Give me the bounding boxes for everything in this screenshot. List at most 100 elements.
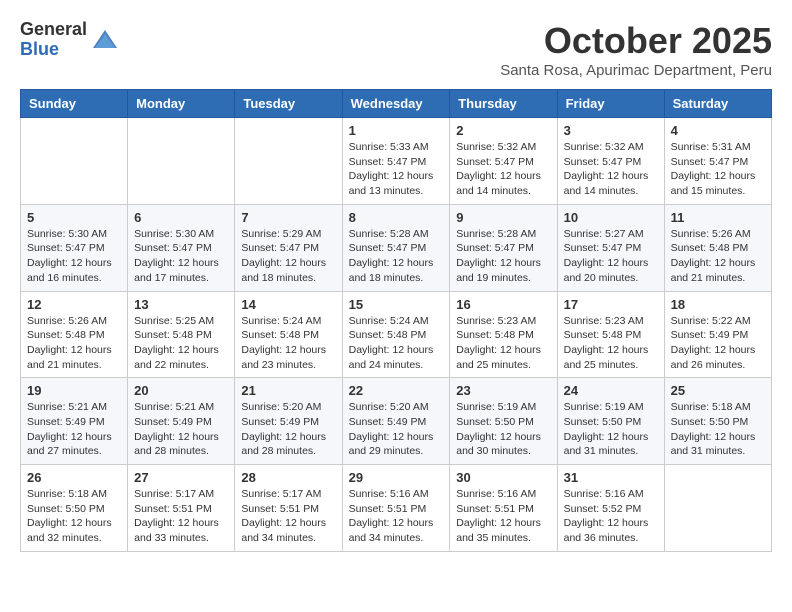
calendar-cell: 22 Sunrise: 5:20 AM Sunset: 5:49 PM Dayli… (342, 378, 450, 465)
day-info: Sunrise: 5:32 AM Sunset: 5:47 PM Dayligh… (456, 140, 550, 199)
calendar-cell: 29Sunrise: 5:16 AM Sunset: 5:51 PM Dayli… (342, 465, 450, 552)
calendar-cell: 5 Sunrise: 5:30 AM Sunset: 5:47 PM Daylig… (21, 204, 128, 291)
weekday-header: Sunday (21, 90, 128, 118)
day-info: Sunrise: 5:17 AM Sunset: 5:51 PM Dayligh… (241, 487, 335, 546)
calendar-cell: 12 Sunrise: 5:26 AM Sunset: 5:48 PM Dayli… (21, 291, 128, 378)
calendar-cell: 26 Sunrise: 5:18 AM Sunset: 5:50 PM Dayli… (21, 465, 128, 552)
calendar-cell: 16 Sunrise: 5:23 AM Sunset: 5:48 PM Dayli… (450, 291, 557, 378)
day-info: Sunrise: 5:18 AM Sunset: 5:50 PM Dayligh… (27, 487, 121, 546)
day-info: Sunrise: 5:23 AM Sunset: 5:48 PM Dayligh… (456, 314, 550, 373)
calendar-table: SundayMondayTuesdayWednesdayThursdayFrid… (20, 89, 772, 552)
day-info: Sunrise: 5:33 AM Sunset: 5:47 PM Dayligh… (349, 140, 444, 199)
day-info: Sunrise: 5:29 AM Sunset: 5:47 PM Dayligh… (241, 227, 335, 286)
day-info: Sunrise: 5:22 AM Sunset: 5:49 PM Dayligh… (671, 314, 765, 373)
day-info: Sunrise: 5:20 AM Sunset: 5:49 PM Dayligh… (241, 400, 335, 459)
day-info: Sunrise: 5:21 AM Sunset: 5:49 PM Dayligh… (27, 400, 121, 459)
day-number: 25 (671, 383, 765, 398)
logo: General Blue (20, 20, 119, 60)
calendar-cell: 20 Sunrise: 5:21 AM Sunset: 5:49 PM Dayli… (128, 378, 235, 465)
calendar-cell: 14 Sunrise: 5:24 AM Sunset: 5:48 PM Dayli… (235, 291, 342, 378)
day-info: Sunrise: 5:20 AM Sunset: 5:49 PM Dayligh… (349, 400, 444, 459)
calendar-cell: 4 Sunrise: 5:31 AM Sunset: 5:47 PM Daylig… (664, 118, 771, 205)
day-info: Sunrise: 5:31 AM Sunset: 5:47 PM Dayligh… (671, 140, 765, 199)
calendar-cell: 11 Sunrise: 5:26 AM Sunset: 5:48 PM Dayli… (664, 204, 771, 291)
day-info: Sunrise: 5:26 AM Sunset: 5:48 PM Dayligh… (671, 227, 765, 286)
calendar-week-row: 1 Sunrise: 5:33 AM Sunset: 5:47 PM Daylig… (21, 118, 772, 205)
day-number: 11 (671, 210, 765, 225)
day-number: 13 (134, 297, 228, 312)
weekday-header: Friday (557, 90, 664, 118)
calendar-cell: 15Sunrise: 5:24 AM Sunset: 5:48 PM Dayli… (342, 291, 450, 378)
day-info: Sunrise: 5:19 AM Sunset: 5:50 PM Dayligh… (564, 400, 658, 459)
day-number: 6 (134, 210, 228, 225)
calendar-cell (664, 465, 771, 552)
day-number: 9 (456, 210, 550, 225)
day-number: 27 (134, 470, 228, 485)
calendar-cell: 9 Sunrise: 5:28 AM Sunset: 5:47 PM Daylig… (450, 204, 557, 291)
day-info: Sunrise: 5:25 AM Sunset: 5:48 PM Dayligh… (134, 314, 228, 373)
day-number: 12 (27, 297, 121, 312)
calendar-header-row: SundayMondayTuesdayWednesdayThursdayFrid… (21, 90, 772, 118)
logo-icon (91, 26, 119, 54)
day-info: Sunrise: 5:28 AM Sunset: 5:47 PM Dayligh… (349, 227, 444, 286)
calendar-cell: 19 Sunrise: 5:21 AM Sunset: 5:49 PM Dayli… (21, 378, 128, 465)
calendar-week-row: 5 Sunrise: 5:30 AM Sunset: 5:47 PM Daylig… (21, 204, 772, 291)
day-info: Sunrise: 5:26 AM Sunset: 5:48 PM Dayligh… (27, 314, 121, 373)
day-info: Sunrise: 5:18 AM Sunset: 5:50 PM Dayligh… (671, 400, 765, 459)
logo-blue: Blue (20, 40, 87, 60)
day-info: Sunrise: 5:23 AM Sunset: 5:48 PM Dayligh… (564, 314, 658, 373)
calendar-cell: 2Sunrise: 5:32 AM Sunset: 5:47 PM Daylig… (450, 118, 557, 205)
day-number: 17 (564, 297, 658, 312)
calendar-cell: 31 Sunrise: 5:16 AM Sunset: 5:52 PM Dayli… (557, 465, 664, 552)
day-number: 8 (349, 210, 444, 225)
calendar-cell: 7 Sunrise: 5:29 AM Sunset: 5:47 PM Daylig… (235, 204, 342, 291)
day-info: Sunrise: 5:32 AM Sunset: 5:47 PM Dayligh… (564, 140, 658, 199)
calendar-cell: 21Sunrise: 5:20 AM Sunset: 5:49 PM Dayli… (235, 378, 342, 465)
calendar-week-row: 19 Sunrise: 5:21 AM Sunset: 5:49 PM Dayli… (21, 378, 772, 465)
calendar-cell (21, 118, 128, 205)
day-number: 29 (349, 470, 444, 485)
day-info: Sunrise: 5:21 AM Sunset: 5:49 PM Dayligh… (134, 400, 228, 459)
calendar-week-row: 26 Sunrise: 5:18 AM Sunset: 5:50 PM Dayli… (21, 465, 772, 552)
day-number: 4 (671, 123, 765, 138)
calendar-cell: 3Sunrise: 5:32 AM Sunset: 5:47 PM Daylig… (557, 118, 664, 205)
day-number: 20 (134, 383, 228, 398)
calendar-cell: 6 Sunrise: 5:30 AM Sunset: 5:47 PM Daylig… (128, 204, 235, 291)
day-number: 15 (349, 297, 444, 312)
calendar-cell: 24 Sunrise: 5:19 AM Sunset: 5:50 PM Dayli… (557, 378, 664, 465)
day-number: 14 (241, 297, 335, 312)
calendar-cell: 18 Sunrise: 5:22 AM Sunset: 5:49 PM Dayli… (664, 291, 771, 378)
day-info: Sunrise: 5:16 AM Sunset: 5:51 PM Dayligh… (456, 487, 550, 546)
day-info: Sunrise: 5:30 AM Sunset: 5:47 PM Dayligh… (27, 227, 121, 286)
calendar-cell: 23Sunrise: 5:19 AM Sunset: 5:50 PM Dayli… (450, 378, 557, 465)
day-number: 18 (671, 297, 765, 312)
day-info: Sunrise: 5:28 AM Sunset: 5:47 PM Dayligh… (456, 227, 550, 286)
day-number: 31 (564, 470, 658, 485)
weekday-header: Thursday (450, 90, 557, 118)
day-number: 19 (27, 383, 121, 398)
logo-general: General (20, 20, 87, 40)
day-number: 16 (456, 297, 550, 312)
location-subtitle: Santa Rosa, Apurimac Department, Peru (500, 62, 772, 79)
weekday-header: Monday (128, 90, 235, 118)
day-number: 1 (349, 123, 444, 138)
day-number: 23 (456, 383, 550, 398)
day-info: Sunrise: 5:24 AM Sunset: 5:48 PM Dayligh… (241, 314, 335, 373)
weekday-header: Saturday (664, 90, 771, 118)
calendar-cell: 30Sunrise: 5:16 AM Sunset: 5:51 PM Dayli… (450, 465, 557, 552)
day-number: 24 (564, 383, 658, 398)
calendar-cell: 1 Sunrise: 5:33 AM Sunset: 5:47 PM Daylig… (342, 118, 450, 205)
calendar-cell (235, 118, 342, 205)
day-number: 22 (349, 383, 444, 398)
day-info: Sunrise: 5:30 AM Sunset: 5:47 PM Dayligh… (134, 227, 228, 286)
day-number: 5 (27, 210, 121, 225)
day-number: 7 (241, 210, 335, 225)
calendar-cell: 13 Sunrise: 5:25 AM Sunset: 5:48 PM Dayli… (128, 291, 235, 378)
day-info: Sunrise: 5:16 AM Sunset: 5:52 PM Dayligh… (564, 487, 658, 546)
day-number: 26 (27, 470, 121, 485)
day-number: 28 (241, 470, 335, 485)
calendar-cell: 10Sunrise: 5:27 AM Sunset: 5:47 PM Dayli… (557, 204, 664, 291)
calendar-cell: 8 Sunrise: 5:28 AM Sunset: 5:47 PM Daylig… (342, 204, 450, 291)
weekday-header: Tuesday (235, 90, 342, 118)
title-block: October 2025 Santa Rosa, Apurimac Depart… (500, 20, 772, 79)
